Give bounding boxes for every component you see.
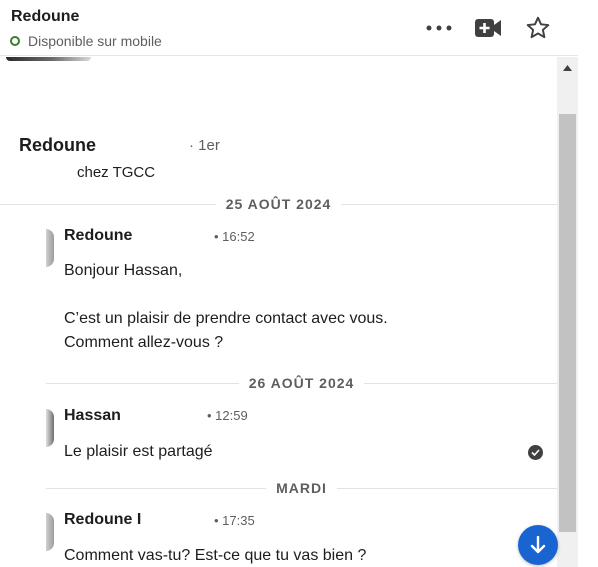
profile-photo-partial [6,57,91,61]
more-options-button[interactable] [423,12,455,44]
presence-status: Disponible sur mobile [10,33,162,49]
message-sender[interactable]: Hassan [64,407,121,425]
video-camera-icon [475,19,501,37]
divider-line [341,203,557,205]
message-sender[interactable]: Redoune I [64,511,141,529]
message-time: • 12:59 [207,408,248,423]
scrollbar[interactable] [557,57,578,567]
divider-line [46,382,239,384]
conversation-header: Redoune Disponible sur mobile [0,0,578,56]
profile-name[interactable]: Redoune [19,135,96,156]
message-sender[interactable]: Redoune [64,227,132,245]
presence-text: Disponible sur mobile [28,33,162,49]
date-label: 26 AOÛT 2024 [248,375,355,391]
divider-line [336,487,557,489]
divider-line [364,382,557,384]
star-conversation-button[interactable] [522,12,554,44]
mobile-presence-icon [10,36,20,46]
message-text: Le plaisir est partagé [64,443,213,460]
read-receipt-icon [528,445,543,460]
avatar[interactable] [46,513,54,551]
avatar[interactable] [46,409,54,447]
date-divider: 26 AOÛT 2024 [46,373,557,393]
star-icon [526,16,550,39]
message-text: Bonjour Hassan, C’est un plaisir de pren… [64,262,388,351]
scroll-thumb[interactable] [559,114,576,532]
message-text: Comment vas-tu? Est-ce que tu vas bien ? [64,547,367,564]
arrow-down-icon [530,536,546,554]
date-label: MARDI [276,480,327,496]
message-time: • 17:35 [214,513,255,528]
window-gutter [578,0,598,567]
more-horizontal-icon [426,25,452,31]
date-label: 25 AOÛT 2024 [225,196,332,212]
profile-headline: chez TGCC [77,164,156,181]
triangle-up-icon [563,65,572,71]
avatar[interactable] [46,229,54,267]
scroll-to-bottom-button[interactable] [518,525,558,565]
divider-line [46,487,267,489]
contact-name[interactable]: Redoune [11,8,79,26]
date-divider: 25 AOÛT 2024 [0,194,557,214]
date-divider: MARDI [46,478,557,498]
video-call-button[interactable] [472,12,504,44]
message-list[interactable]: Redoune · 1er chez TGCC 25 AOÛT 2024 Red… [0,57,557,567]
scroll-up-button[interactable] [557,57,578,79]
connection-degree: · 1er [189,137,220,154]
divider-line [0,203,216,205]
message-time: • 16:52 [214,229,255,244]
